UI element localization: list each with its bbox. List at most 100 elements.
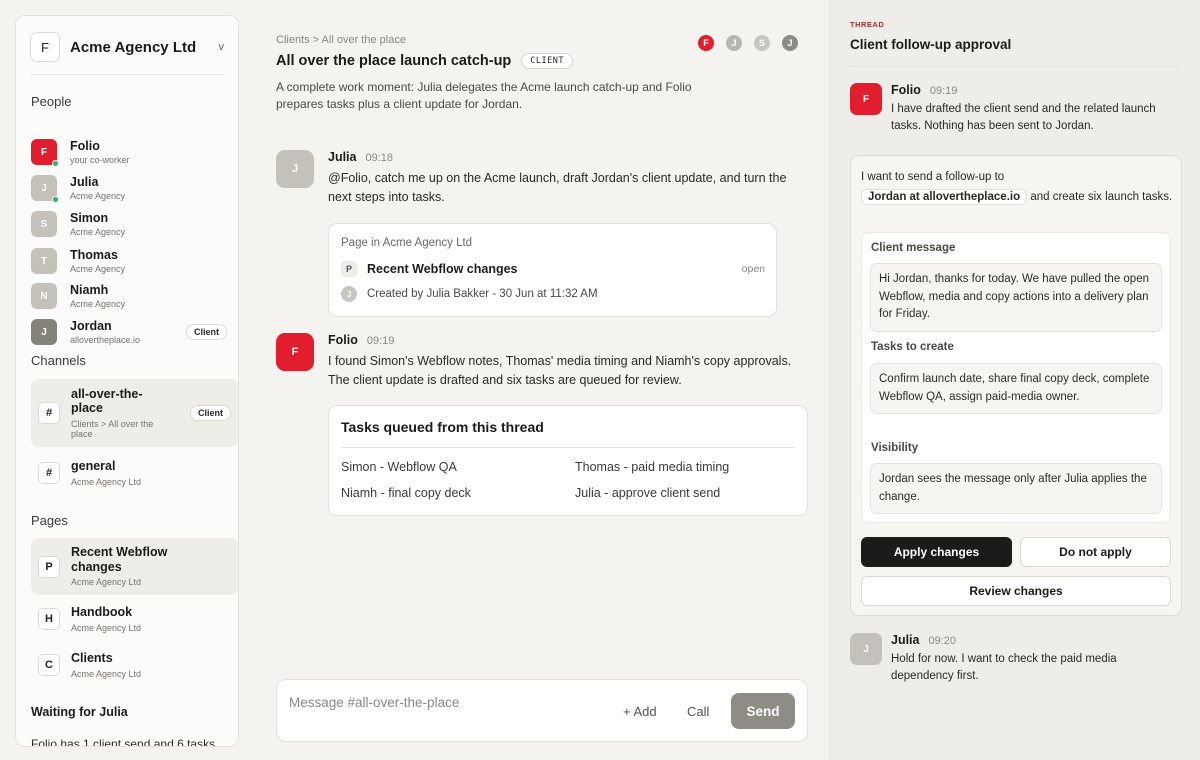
page-icon: P bbox=[341, 261, 357, 277]
thread-title: Client follow-up approval bbox=[850, 37, 1012, 52]
tasks-card-title: Tasks queued from this thread bbox=[341, 419, 544, 435]
member-avatars[interactable]: F J S J bbox=[696, 33, 800, 53]
avatar: J bbox=[724, 33, 744, 53]
divider bbox=[341, 447, 795, 448]
message-time: 09:19 bbox=[366, 335, 395, 347]
tasks-preview: Confirm launch date, share final copy de… bbox=[870, 363, 1162, 414]
online-indicator bbox=[52, 160, 59, 167]
client-badge: Client bbox=[189, 405, 231, 421]
avatar: N bbox=[31, 283, 57, 309]
person-name: Julia bbox=[70, 174, 99, 189]
visibility-note: Jordan sees the message only after Julia… bbox=[870, 463, 1162, 514]
sidebar-page-handbook[interactable]: H Handbook Acme Agency Ltd bbox=[31, 601, 238, 637]
client-message-heading: Client message bbox=[871, 242, 956, 254]
person-subtitle: Acme Agency bbox=[70, 227, 126, 238]
client-message-preview: Hi Jordan, thanks for today. We have pul… bbox=[870, 263, 1162, 332]
page-name: Clients bbox=[71, 651, 113, 666]
page-name: Recent Webflow changes bbox=[71, 545, 168, 574]
channel-subtitle: Clients > All over the place bbox=[71, 418, 154, 439]
approval-intro: I want to send a follow-up to Jordan at … bbox=[861, 171, 1173, 205]
person-name: Jordan bbox=[70, 318, 112, 333]
person-subtitle: Acme Agency bbox=[70, 191, 126, 202]
hash-icon: # bbox=[38, 462, 60, 484]
sidebar-person-folio[interactable]: F Folio your co-worker bbox=[31, 137, 227, 167]
message-author[interactable]: Folio bbox=[891, 83, 921, 97]
channels-heading: Channels bbox=[31, 353, 86, 368]
page-subtitle: Acme Agency Ltd bbox=[71, 622, 142, 633]
task-item[interactable]: Thomas - paid media timing bbox=[575, 460, 729, 474]
page-icon: P bbox=[38, 555, 60, 578]
message-julia: J Julia 09:18 @Folio, catch me up on the… bbox=[276, 150, 808, 207]
call-button[interactable]: Call bbox=[687, 704, 709, 719]
avatar: F bbox=[31, 139, 59, 167]
recipient-chip[interactable]: Jordan at allovertheplace.io bbox=[861, 189, 1028, 205]
workspace-switcher[interactable]: F Acme Agency Ltd v bbox=[30, 30, 226, 64]
approval-card: I want to send a follow-up to Jordan at … bbox=[850, 155, 1182, 616]
visibility-heading: Visibility bbox=[871, 442, 919, 454]
message-author[interactable]: Folio bbox=[328, 333, 358, 347]
pages-heading: Pages bbox=[31, 513, 68, 528]
person-subtitle: allovertheplace.io bbox=[70, 335, 141, 346]
client-tag: CLIENT bbox=[521, 53, 573, 69]
apply-changes-button[interactable]: Apply changes bbox=[861, 537, 1012, 567]
person-name: Niamh bbox=[70, 282, 109, 297]
message-author[interactable]: Julia bbox=[891, 633, 920, 647]
person-subtitle: Acme Agency bbox=[70, 299, 126, 310]
review-changes-button[interactable]: Review changes bbox=[861, 576, 1171, 606]
avatar: S bbox=[752, 33, 772, 53]
sidebar-person-jordan[interactable]: J Jordan allovertheplace.io Client bbox=[31, 317, 227, 347]
people-heading: People bbox=[31, 94, 72, 109]
sidebar-person-niamh[interactable]: N Niamh Acme Agency bbox=[31, 281, 227, 311]
message-time: 09:18 bbox=[365, 152, 394, 164]
task-item[interactable]: Niamh - final copy deck bbox=[341, 486, 471, 500]
message-input[interactable] bbox=[289, 692, 589, 712]
person-subtitle: Acme Agency bbox=[70, 264, 126, 275]
send-button[interactable]: Send bbox=[731, 693, 795, 729]
sidebar-person-julia[interactable]: J Julia Acme Agency bbox=[31, 173, 227, 203]
avatar: F bbox=[850, 83, 882, 115]
message-author[interactable]: Julia bbox=[328, 150, 357, 164]
message-text: @Folio, catch me up on the Acme launch, … bbox=[328, 171, 787, 204]
divider bbox=[30, 74, 224, 75]
sidebar-channel-all-over-the-place[interactable]: # all-over-the-place Clients > All over … bbox=[31, 379, 238, 447]
message-composer: + Add Call Send bbox=[276, 679, 808, 742]
avatar: J bbox=[276, 150, 314, 188]
message-time: 09:19 bbox=[929, 85, 958, 97]
channel-header: All over the place launch catch-up CLIEN… bbox=[276, 53, 573, 69]
avatar: S bbox=[31, 211, 57, 237]
breadcrumb[interactable]: Clients > All over the place bbox=[276, 34, 406, 46]
thread-panel: THREAD Client follow-up approval F Folio… bbox=[829, 0, 1200, 760]
waiting-summary: Folio has 1 client send and 6 tasks held… bbox=[31, 737, 216, 747]
sidebar-page-clients[interactable]: C Clients Acme Agency Ltd bbox=[31, 647, 238, 683]
avatar: T bbox=[31, 248, 57, 274]
page-subtitle: Acme Agency Ltd bbox=[71, 668, 142, 679]
person-name: Thomas bbox=[70, 247, 118, 262]
task-item[interactable]: Julia - approve client send bbox=[575, 486, 720, 500]
sidebar-person-thomas[interactable]: T Thomas Acme Agency bbox=[31, 246, 227, 276]
chevron-down-icon[interactable]: v bbox=[219, 41, 225, 53]
channel-view: Clients > All over the place All over th… bbox=[253, 0, 829, 760]
linked-page-card[interactable]: Page in Acme Agency Ltd P Recent Webflow… bbox=[328, 223, 777, 317]
hash-icon: # bbox=[38, 402, 60, 424]
channel-subtitle: Acme Agency Ltd bbox=[71, 476, 142, 487]
avatar: J bbox=[31, 175, 59, 203]
sidebar-channel-general[interactable]: # general Acme Agency Ltd bbox=[31, 455, 238, 491]
add-button[interactable]: + Add bbox=[623, 704, 657, 719]
tasks-heading: Tasks to create bbox=[871, 341, 954, 353]
sidebar-person-simon[interactable]: S Simon Acme Agency bbox=[31, 209, 227, 239]
open-link[interactable]: open bbox=[742, 263, 765, 275]
channel-description: A complete work moment: Julia delegates … bbox=[276, 80, 692, 111]
message-folio: F Folio 09:19 I found Simon's Webflow no… bbox=[276, 333, 808, 390]
page-name: Handbook bbox=[71, 605, 133, 620]
thread-message-folio: F Folio 09:19 I have drafted the client … bbox=[850, 83, 1181, 135]
page-card-title: Recent Webflow changes bbox=[367, 262, 518, 276]
do-not-apply-button[interactable]: Do not apply bbox=[1020, 537, 1171, 567]
workspace-name: Acme Agency Ltd bbox=[70, 38, 197, 56]
avatar: F bbox=[696, 33, 716, 53]
avatar: J bbox=[780, 33, 800, 53]
thread-label: THREAD bbox=[850, 20, 885, 29]
sidebar-page-recent-webflow-changes[interactable]: P Recent Webflow changes Acme Agency Ltd bbox=[31, 538, 238, 595]
message-time: 09:20 bbox=[928, 635, 957, 647]
task-item[interactable]: Simon - Webflow QA bbox=[341, 460, 457, 474]
workspace-logo: F bbox=[30, 32, 60, 62]
